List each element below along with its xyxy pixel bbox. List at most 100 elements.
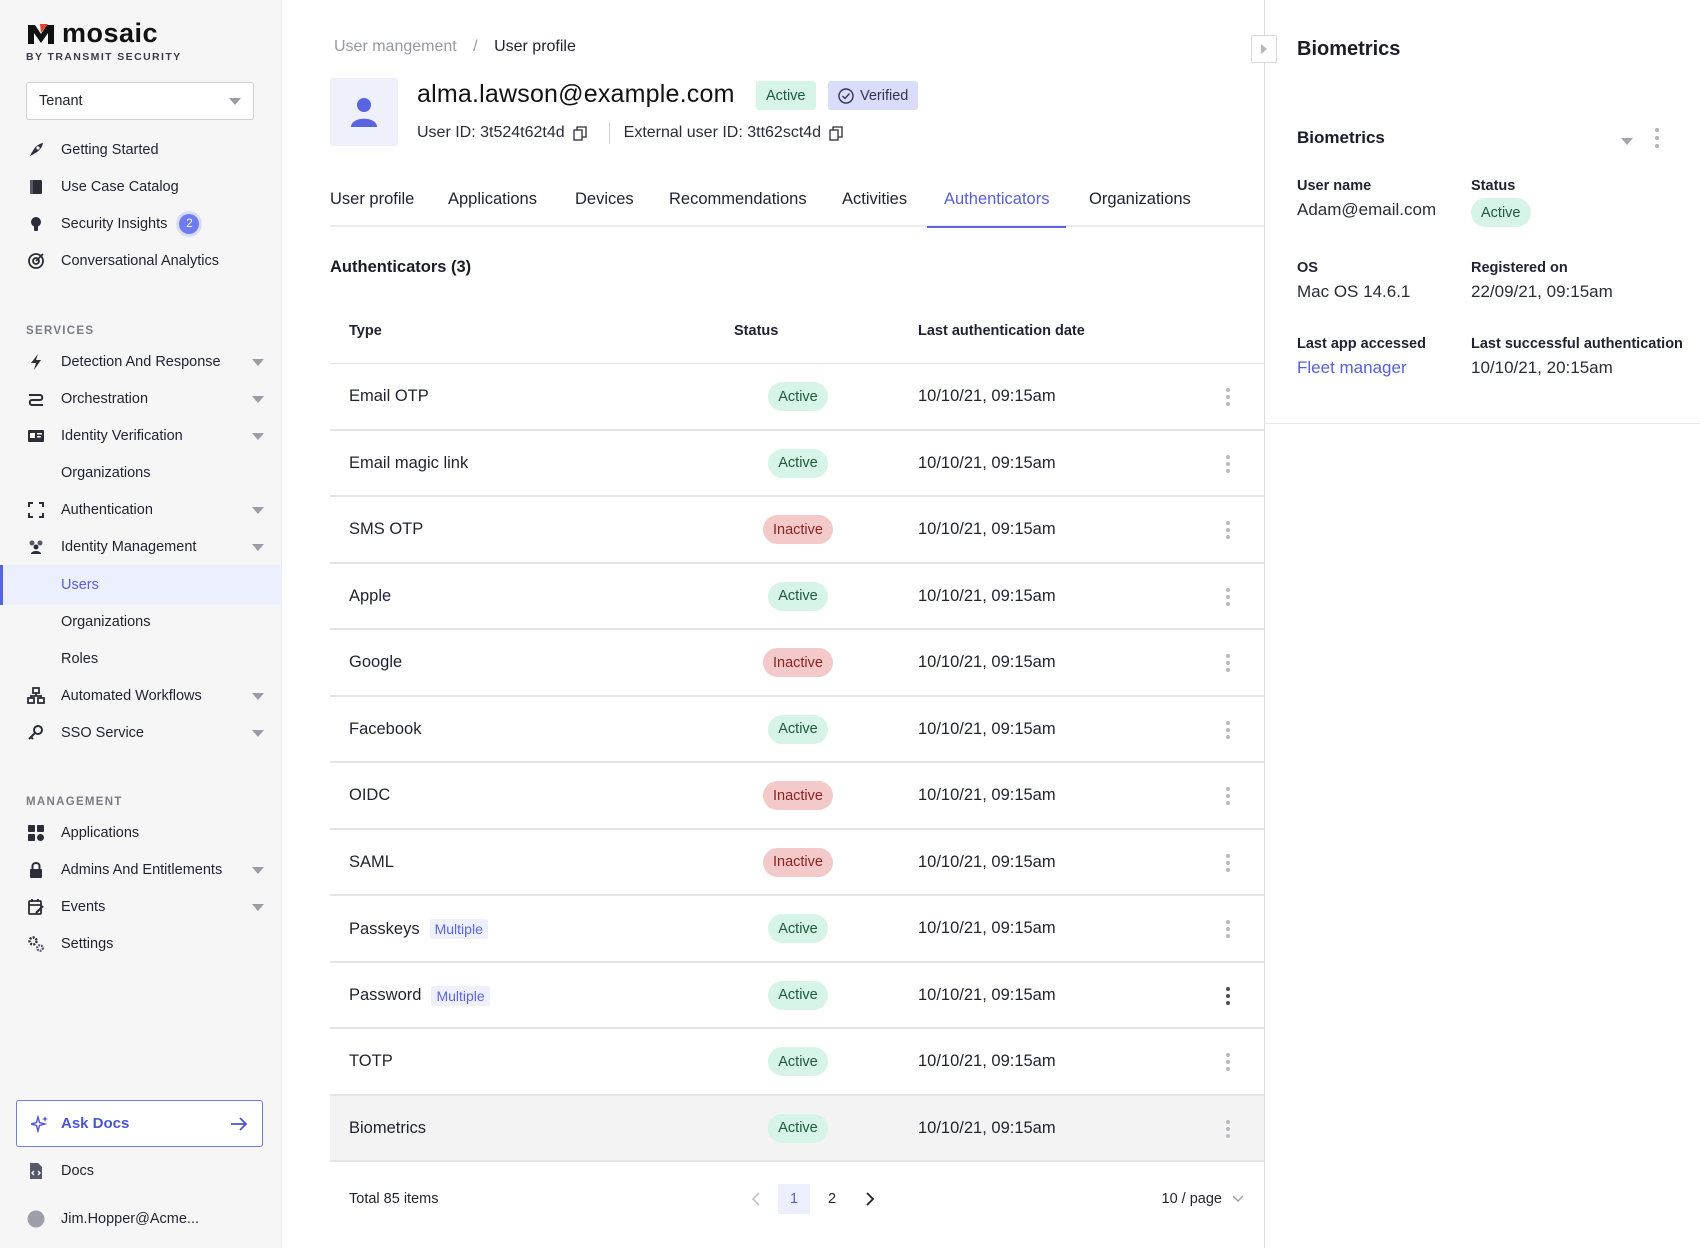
- nav-orchestration[interactable]: Orchestration: [0, 380, 282, 418]
- cell-last-auth-date: 10/10/21, 09:15am: [918, 985, 1056, 1004]
- nav-sso-service[interactable]: SSO Service: [0, 714, 282, 752]
- page-size-select[interactable]: 10 / page: [1162, 1191, 1244, 1207]
- field-label: Last app accessed: [1297, 336, 1426, 352]
- row-more-options-icon[interactable]: [1222, 651, 1234, 675]
- cell-last-auth-date: 10/10/21, 09:15am: [918, 919, 1056, 937]
- field-last-app: Last app accessed Fleet manager: [1297, 336, 1426, 378]
- nav-identity-verification[interactable]: Identity Verification: [0, 417, 282, 455]
- nav-label: Conversational Analytics: [61, 253, 219, 269]
- next-page-button[interactable]: [854, 1184, 886, 1214]
- row-more-options-icon[interactable]: [1222, 917, 1234, 941]
- nav-settings[interactable]: Settings: [0, 925, 282, 963]
- table-row[interactable]: Email OTP Active 10/10/21, 09:15am: [330, 364, 1264, 431]
- row-more-options-icon[interactable]: [1222, 984, 1234, 1008]
- ask-docs-button[interactable]: Ask Docs: [16, 1100, 263, 1147]
- table-row[interactable]: Google Inactive 10/10/21, 09:15am: [330, 630, 1264, 697]
- nav-automated-workflows[interactable]: Automated Workflows: [0, 677, 282, 715]
- nav-security-insights[interactable]: Security Insights 2: [0, 205, 282, 243]
- docs-icon: [26, 1161, 46, 1181]
- nav-roles[interactable]: Roles: [0, 640, 282, 678]
- nav-identity-management[interactable]: Identity Management: [0, 528, 282, 566]
- row-more-options-icon[interactable]: [1222, 585, 1234, 609]
- cell-status: Active: [758, 448, 838, 478]
- row-more-options-icon[interactable]: [1222, 718, 1234, 742]
- row-more-options-icon[interactable]: [1222, 1117, 1234, 1141]
- tab-devices[interactable]: Devices: [575, 190, 634, 227]
- chevron-right-icon: [866, 1192, 875, 1206]
- chevron-left-icon: [751, 1192, 760, 1206]
- type-label: Email OTP: [349, 387, 429, 405]
- table-row[interactable]: OIDC Inactive 10/10/21, 09:15am: [330, 763, 1264, 830]
- field-value: Mac OS 14.6.1: [1297, 282, 1411, 301]
- table-row[interactable]: Apple Active 10/10/21, 09:15am: [330, 564, 1264, 630]
- copy-icon[interactable]: [572, 125, 587, 141]
- breadcrumb-separator: /: [473, 38, 478, 55]
- collapse-panel-button[interactable]: [1251, 35, 1277, 63]
- cell-type: SAML: [349, 853, 394, 872]
- nav-admins-and-entitlements[interactable]: Admins And Entitlements: [0, 851, 282, 889]
- cell-last-auth-date: 10/10/21, 09:15am: [918, 520, 1056, 538]
- prev-page-button[interactable]: [740, 1184, 772, 1214]
- nav-events[interactable]: Events: [0, 888, 282, 926]
- user-menu[interactable]: Jim.Hopper@Acme...: [0, 1200, 282, 1238]
- nav-im-organizations[interactable]: Organizations: [0, 603, 282, 641]
- table-row[interactable]: Password Multiple Active 10/10/21, 09:15am: [330, 963, 1264, 1029]
- tab-user-profile[interactable]: User profile: [330, 190, 414, 227]
- copy-icon[interactable]: [829, 125, 843, 141]
- nav-label: Security Insights: [61, 216, 168, 232]
- nav-docs[interactable]: Docs: [0, 1152, 282, 1190]
- type-label: Apple: [349, 586, 392, 605]
- nav-detection-and-response[interactable]: Detection And Response: [0, 343, 282, 381]
- row-more-options-icon[interactable]: [1222, 385, 1234, 409]
- key-icon: [26, 723, 46, 743]
- more-options-icon[interactable]: [1653, 128, 1661, 148]
- breadcrumb-parent[interactable]: User mangement: [334, 38, 457, 55]
- tab-authenticators[interactable]: Authenticators: [927, 190, 1067, 228]
- table-row[interactable]: Facebook Active 10/10/21, 09:15am: [330, 697, 1264, 763]
- type-label: Passkeys: [349, 919, 420, 938]
- tenant-select[interactable]: Tenant: [26, 82, 254, 120]
- tab-recommendations[interactable]: Recommendations: [669, 190, 807, 227]
- row-more-options-icon[interactable]: [1222, 452, 1234, 476]
- tab-activities[interactable]: Activities: [842, 190, 907, 227]
- brand-logo[interactable]: mosaic BY TRANSMIT SECURITY: [26, 18, 182, 63]
- brand-name: mosaic: [62, 18, 159, 48]
- cell-status: Active: [758, 581, 838, 611]
- cell-last-auth-date: 10/10/21, 09:15am: [918, 453, 1056, 472]
- status-badge: Inactive: [763, 515, 833, 544]
- table-row[interactable]: SAML Inactive 10/10/21, 09:15am: [330, 830, 1264, 896]
- chevron-down-icon: [252, 730, 264, 737]
- nav-label: Roles: [61, 651, 99, 667]
- page-2-button[interactable]: 2: [816, 1184, 848, 1214]
- field-os: OS Mac OS 14.6.1: [1297, 260, 1410, 302]
- page-1-button[interactable]: 1: [778, 1184, 810, 1214]
- cell-status: Active: [758, 914, 838, 943]
- nav-getting-started[interactable]: Getting Started: [0, 131, 282, 169]
- last-app-link[interactable]: Fleet manager: [1297, 358, 1426, 378]
- table-row[interactable]: Biometrics Active 10/10/21, 09:15am: [330, 1095, 1264, 1162]
- detail-panel: Biometrics Biometrics User name Adam@ema…: [1264, 0, 1700, 1248]
- tenant-label: Tenant: [39, 93, 83, 109]
- row-more-options-icon[interactable]: [1222, 784, 1234, 808]
- table-row[interactable]: SMS OTP Inactive 10/10/21, 09:15am: [330, 497, 1264, 564]
- cell-type: Google: [349, 653, 402, 672]
- nav-label: Users: [61, 577, 99, 593]
- nav-authentication[interactable]: Authentication: [0, 491, 282, 529]
- table-row[interactable]: Email magic link Active 10/10/21, 09:15am: [330, 431, 1264, 497]
- chevron-down-icon[interactable]: [1621, 138, 1633, 145]
- table-header: Type Status Last authentication date: [330, 298, 1264, 364]
- table-row[interactable]: Passkeys Multiple Active 10/10/21, 09:15am: [330, 896, 1264, 963]
- tab-applications[interactable]: Applications: [448, 190, 537, 227]
- cell-last-auth-date: 10/10/21, 09:15am: [918, 1118, 1056, 1137]
- nav-users[interactable]: Users: [0, 565, 282, 605]
- panel-title: Biometrics: [1297, 38, 1401, 60]
- nav-applications[interactable]: Applications: [0, 814, 282, 852]
- nav-conversational-analytics[interactable]: Conversational Analytics: [0, 242, 282, 280]
- row-more-options-icon[interactable]: [1222, 851, 1234, 875]
- nav-iv-organizations[interactable]: Organizations: [0, 454, 282, 492]
- tab-organizations[interactable]: Organizations: [1089, 190, 1191, 227]
- table-row[interactable]: TOTP Active 10/10/21, 09:15am: [330, 1029, 1264, 1096]
- nav-use-case-catalog[interactable]: Use Case Catalog: [0, 168, 282, 206]
- row-more-options-icon[interactable]: [1222, 518, 1234, 542]
- row-more-options-icon[interactable]: [1222, 1050, 1234, 1074]
